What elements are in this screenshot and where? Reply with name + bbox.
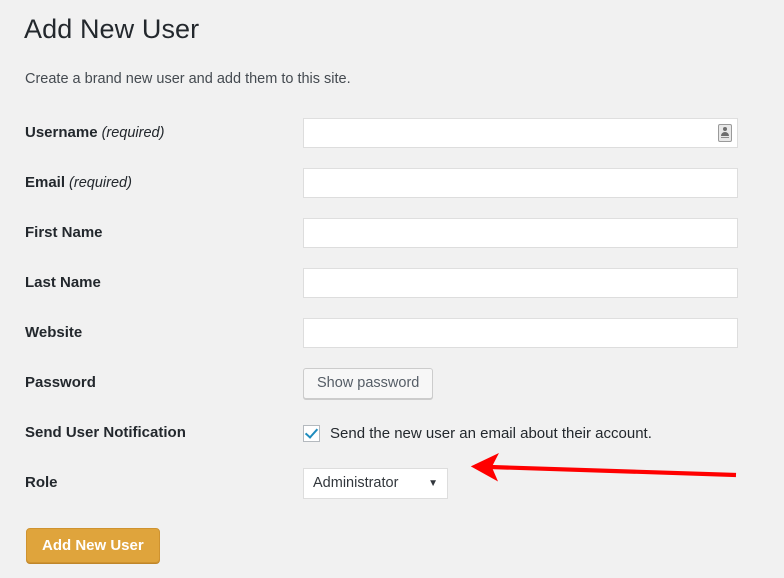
field-wrap-send-user-notification: Send the new user an email about their a… <box>303 408 652 458</box>
role-select[interactable]: Administrator ▼ <box>303 467 448 499</box>
add-user-form: Username (required) Email (required) Fir… <box>0 108 784 508</box>
label-last-name: Last Name <box>25 258 101 308</box>
label-first-name: First Name <box>25 208 103 258</box>
label-username-required: (required) <box>97 125 165 141</box>
field-wrap-first-name <box>303 208 738 258</box>
input-holder-username <box>303 118 738 148</box>
form-row-website: Website <box>0 308 784 358</box>
field-wrap-website <box>303 308 738 358</box>
add-new-user-submit-button[interactable]: Add New User <box>26 528 160 563</box>
field-wrap-username <box>303 108 738 158</box>
last-name-input[interactable] <box>303 268 738 298</box>
username-input[interactable] <box>303 118 738 148</box>
first-name-input[interactable] <box>303 218 738 248</box>
send-notification-checkbox-line: Send the new user an email about their a… <box>303 424 652 442</box>
field-wrap-password: Show password <box>303 358 434 408</box>
label-send-user-notification: Send User Notification <box>25 408 186 458</box>
send-notification-checkbox-label: Send the new user an email about their a… <box>330 424 652 442</box>
label-role-text: Role <box>25 474 58 491</box>
label-role: Role <box>25 458 58 508</box>
form-row-username: Username (required) <box>0 108 784 158</box>
autofill-icon-body <box>721 132 729 136</box>
label-password-text: Password <box>25 374 96 391</box>
label-password: Password <box>25 358 96 408</box>
form-row-first-name: First Name <box>0 208 784 258</box>
add-new-user-page: Add New User Create a brand new user and… <box>0 0 784 578</box>
label-send-user-notification-text: Send User Notification <box>25 424 186 441</box>
chevron-down-icon: ▼ <box>428 477 438 489</box>
website-input[interactable] <box>303 318 738 348</box>
autofill-contact-card-icon[interactable] <box>718 124 732 142</box>
form-row-last-name: Last Name <box>0 258 784 308</box>
field-wrap-role: Administrator ▼ <box>303 458 448 508</box>
label-last-name-text: Last Name <box>25 274 101 291</box>
form-row-role: Role Administrator ▼ <box>0 458 784 508</box>
show-password-button[interactable]: Show password <box>303 367 434 399</box>
form-row-send-user-notification: Send User Notification Send the new user… <box>0 408 784 458</box>
page-title: Add New User <box>24 14 200 44</box>
label-website-text: Website <box>25 324 83 341</box>
autofill-icon-head <box>723 127 727 131</box>
send-notification-checkbox[interactable] <box>303 424 320 442</box>
label-email-required: (required) <box>65 175 132 191</box>
label-first-name-text: First Name <box>25 224 103 241</box>
field-wrap-email <box>303 158 738 208</box>
label-website: Website <box>25 308 82 358</box>
email-input[interactable] <box>303 168 738 198</box>
label-username: Username (required) <box>25 108 164 158</box>
field-wrap-last-name <box>303 258 738 308</box>
label-username-text: Username <box>25 124 98 141</box>
autofill-icon-line <box>721 137 729 138</box>
page-subtitle: Create a brand new user and add them to … <box>25 71 351 87</box>
role-select-value: Administrator <box>313 474 399 491</box>
form-row-password: Password Show password <box>0 358 784 408</box>
label-email-text: Email <box>25 174 66 191</box>
label-email: Email (required) <box>25 158 132 208</box>
form-row-email: Email (required) <box>0 158 784 208</box>
